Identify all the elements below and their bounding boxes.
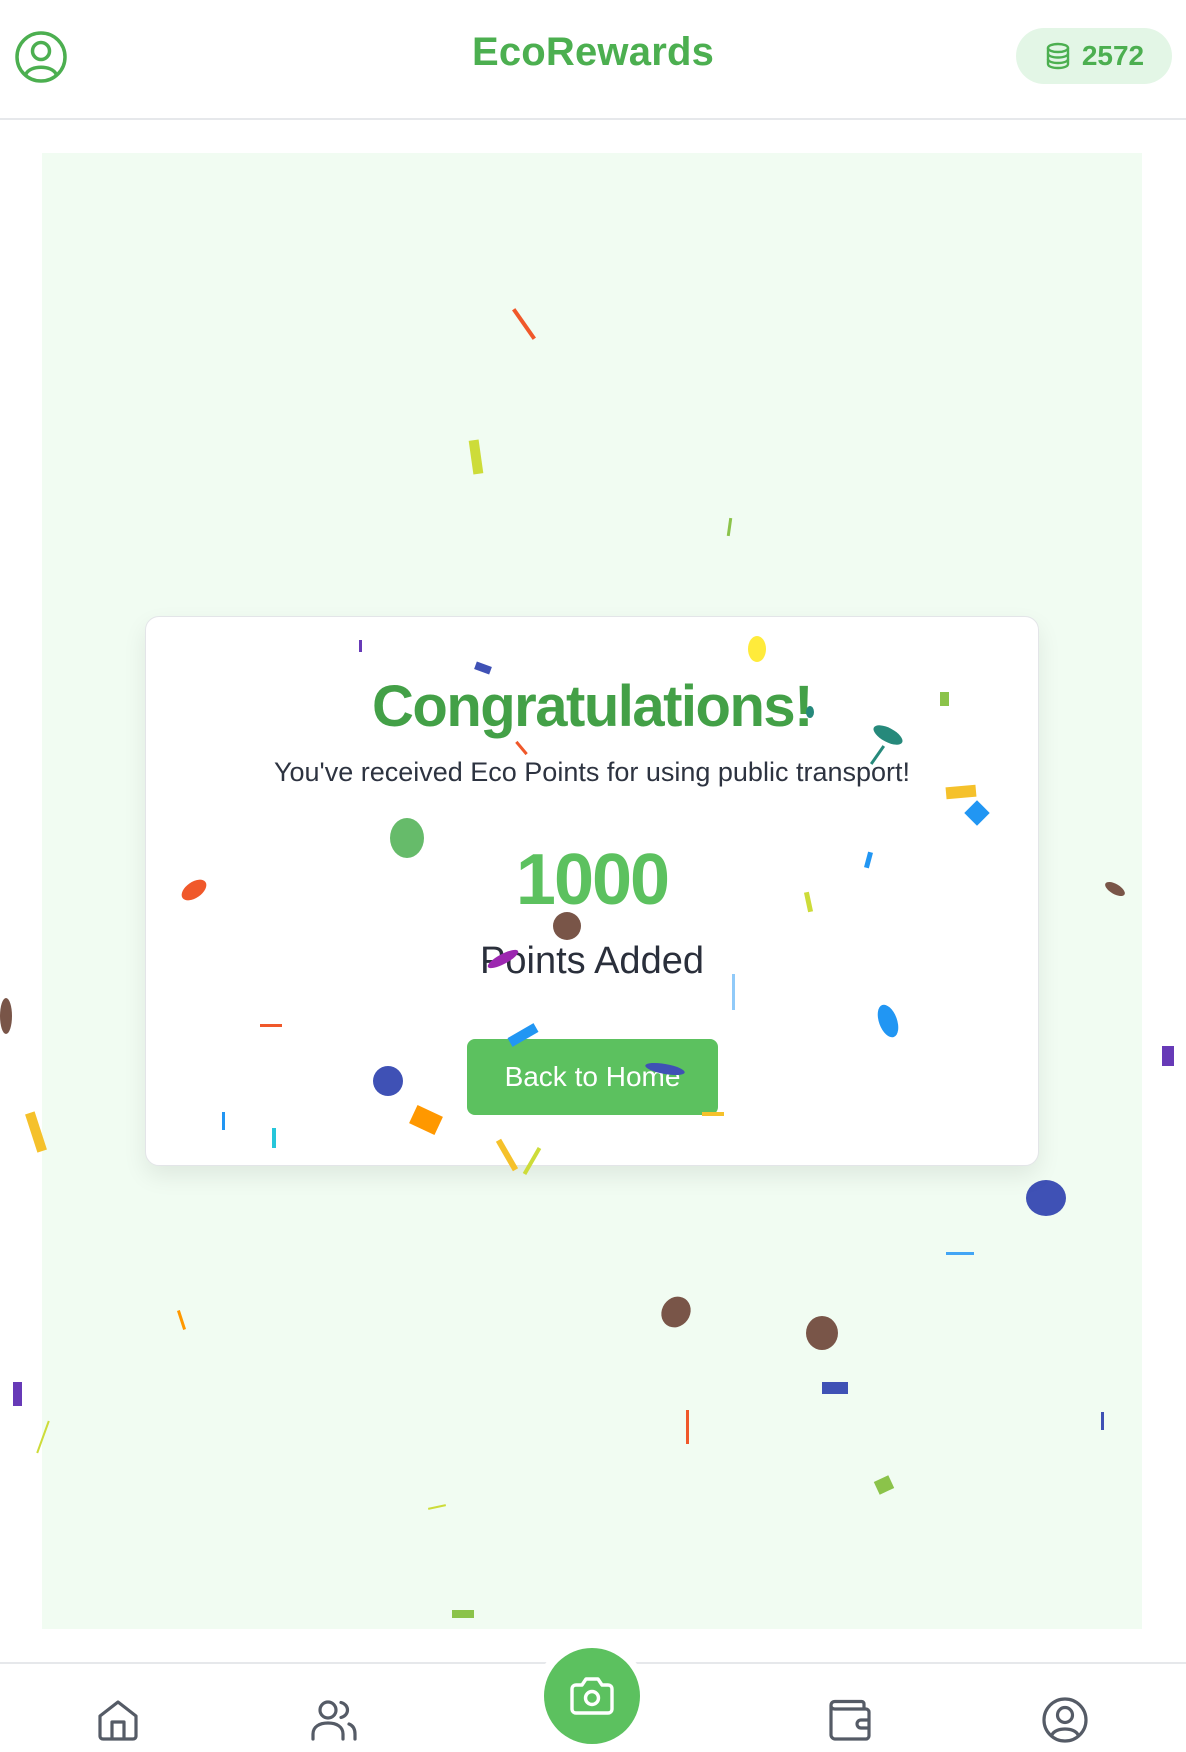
congrats-heading: Congratulations! (372, 674, 813, 739)
coins-stack-icon (1046, 42, 1070, 70)
nav-profile[interactable] (1039, 1694, 1091, 1746)
users-icon (311, 1700, 357, 1741)
app-header: EcoRewards 2572 (0, 0, 1186, 120)
wallet-icon (829, 1699, 871, 1741)
back-to-home-button[interactable]: Back to Home (467, 1039, 718, 1115)
app-title: EcoRewards (471, 30, 715, 74)
nav-wallet[interactable] (824, 1694, 876, 1746)
points-balance-value: 2572 (1081, 40, 1145, 71)
user-circle-icon (1042, 1697, 1088, 1743)
confetti-piece (1162, 1046, 1174, 1066)
reward-message: You've received Eco Points for using pub… (273, 757, 911, 787)
nav-scan[interactable] (544, 1648, 640, 1744)
nav-community[interactable] (308, 1694, 360, 1746)
reward-card: Congratulations! You've received Eco Poi… (145, 616, 1039, 1166)
points-amount: 1000 (515, 840, 670, 920)
nav-home[interactable] (92, 1694, 144, 1746)
camera-icon (570, 1677, 614, 1715)
confetti-piece (0, 998, 12, 1034)
points-balance-badge[interactable]: 2572 (1016, 28, 1172, 84)
points-added-label: Points Added (480, 940, 704, 982)
confetti-piece (13, 1382, 22, 1406)
home-icon (98, 1700, 138, 1741)
